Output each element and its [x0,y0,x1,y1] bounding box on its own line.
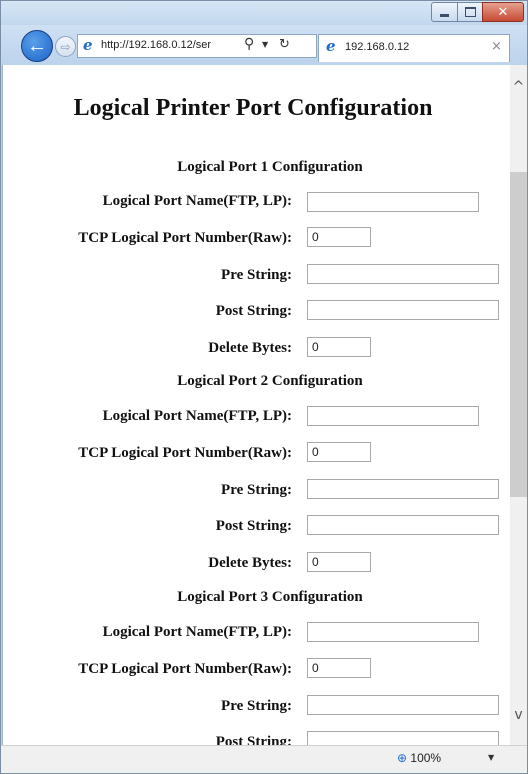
address-dropdown-icon[interactable]: ▼ [262,40,268,49]
section-title-port-1: Logical Port 1 Configuration [177,159,363,175]
post-string-label: Post String: [215,518,292,534]
tab-title: 192.168.0.12 [345,41,410,53]
zoom-level: 100% [410,751,442,765]
minimize-button[interactable] [431,2,458,22]
delete-bytes-input[interactable] [307,337,371,357]
tcp-port-number-input[interactable] [307,442,371,462]
navigation-bar: ← ⇨ e http://192.168.0.12/ser ⚲ ▼ ↻ e 19… [1,25,527,65]
post-string-input[interactable] [307,300,499,320]
delete-bytes-label: Delete Bytes: [208,555,292,571]
maximize-icon [464,7,476,17]
logical-port-name-input[interactable] [307,192,479,212]
delete-bytes-label: Delete Bytes: [208,340,292,356]
pre-string-label: Pre String: [221,698,292,714]
page-title: Logical Printer Port Configuration [73,95,433,121]
refresh-icon[interactable]: ↻ [279,37,290,52]
logical-port-name-input[interactable] [307,406,479,426]
post-string-label: Post String: [215,734,292,745]
delete-bytes-input[interactable] [307,552,371,572]
pre-string-input[interactable] [307,479,499,499]
scroll-up-icon[interactable]: ^ [510,79,527,96]
minimize-icon [440,13,449,17]
close-icon: ✕ [497,4,509,20]
vertical-scrollbar[interactable]: ^ v [510,65,527,745]
tab-close-icon[interactable]: × [491,39,502,54]
pre-string-label: Pre String: [221,482,292,498]
page-viewport: Logical Printer Port Configuration Logic… [2,65,511,745]
forward-arrow-icon: ⇨ [60,39,71,54]
internet-explorer-icon: e [83,36,93,54]
title-bar: ✕ [1,1,527,25]
post-string-input[interactable] [307,731,499,745]
pre-string-label: Pre String: [221,267,292,283]
forward-button[interactable]: ⇨ [55,36,76,57]
browser-window: ✕ ← ⇨ e http://192.168.0.12/ser ⚲ ▼ ↻ e … [0,0,528,774]
maximize-button[interactable] [457,2,483,22]
pre-string-input[interactable] [307,695,499,715]
tcp-port-number-label: TCP Logical Port Number(Raw): [78,230,292,246]
scroll-down-icon[interactable]: v [510,707,527,724]
status-bar: ⊕ 100% ▼ [1,745,527,773]
zoom-control[interactable]: ⊕ 100% [397,751,441,765]
logical-port-name-label: Logical Port Name(FTP, LP): [102,624,292,640]
back-arrow-icon: ← [27,34,47,57]
search-icon[interactable]: ⚲ [244,36,254,52]
scrollbar-thumb[interactable] [510,172,527,497]
tcp-port-number-input[interactable] [307,658,371,678]
pre-string-input[interactable] [307,264,499,284]
logical-port-name-label: Logical Port Name(FTP, LP): [102,193,292,209]
browser-tab[interactable]: e 192.168.0.12 × [318,34,510,62]
address-bar[interactable]: e http://192.168.0.12/ser ⚲ ▼ ↻ [77,34,317,58]
logical-port-name-input[interactable] [307,622,479,642]
logical-port-name-label: Logical Port Name(FTP, LP): [102,408,292,424]
tab-favicon-icon: e [326,37,336,55]
address-url[interactable]: http://192.168.0.12/ser [101,39,239,51]
tcp-port-number-input[interactable] [307,227,371,247]
tcp-port-number-label: TCP Logical Port Number(Raw): [78,661,292,677]
zoom-dropdown-icon[interactable]: ▼ [488,753,494,762]
post-string-label: Post String: [215,303,292,319]
post-string-input[interactable] [307,515,499,535]
tcp-port-number-label: TCP Logical Port Number(Raw): [78,445,292,461]
zoom-icon: ⊕ [397,751,408,765]
back-button[interactable]: ← [21,30,53,62]
section-title-port-3: Logical Port 3 Configuration [177,589,363,605]
close-window-button[interactable]: ✕ [482,2,524,22]
section-title-port-2: Logical Port 2 Configuration [177,373,363,389]
